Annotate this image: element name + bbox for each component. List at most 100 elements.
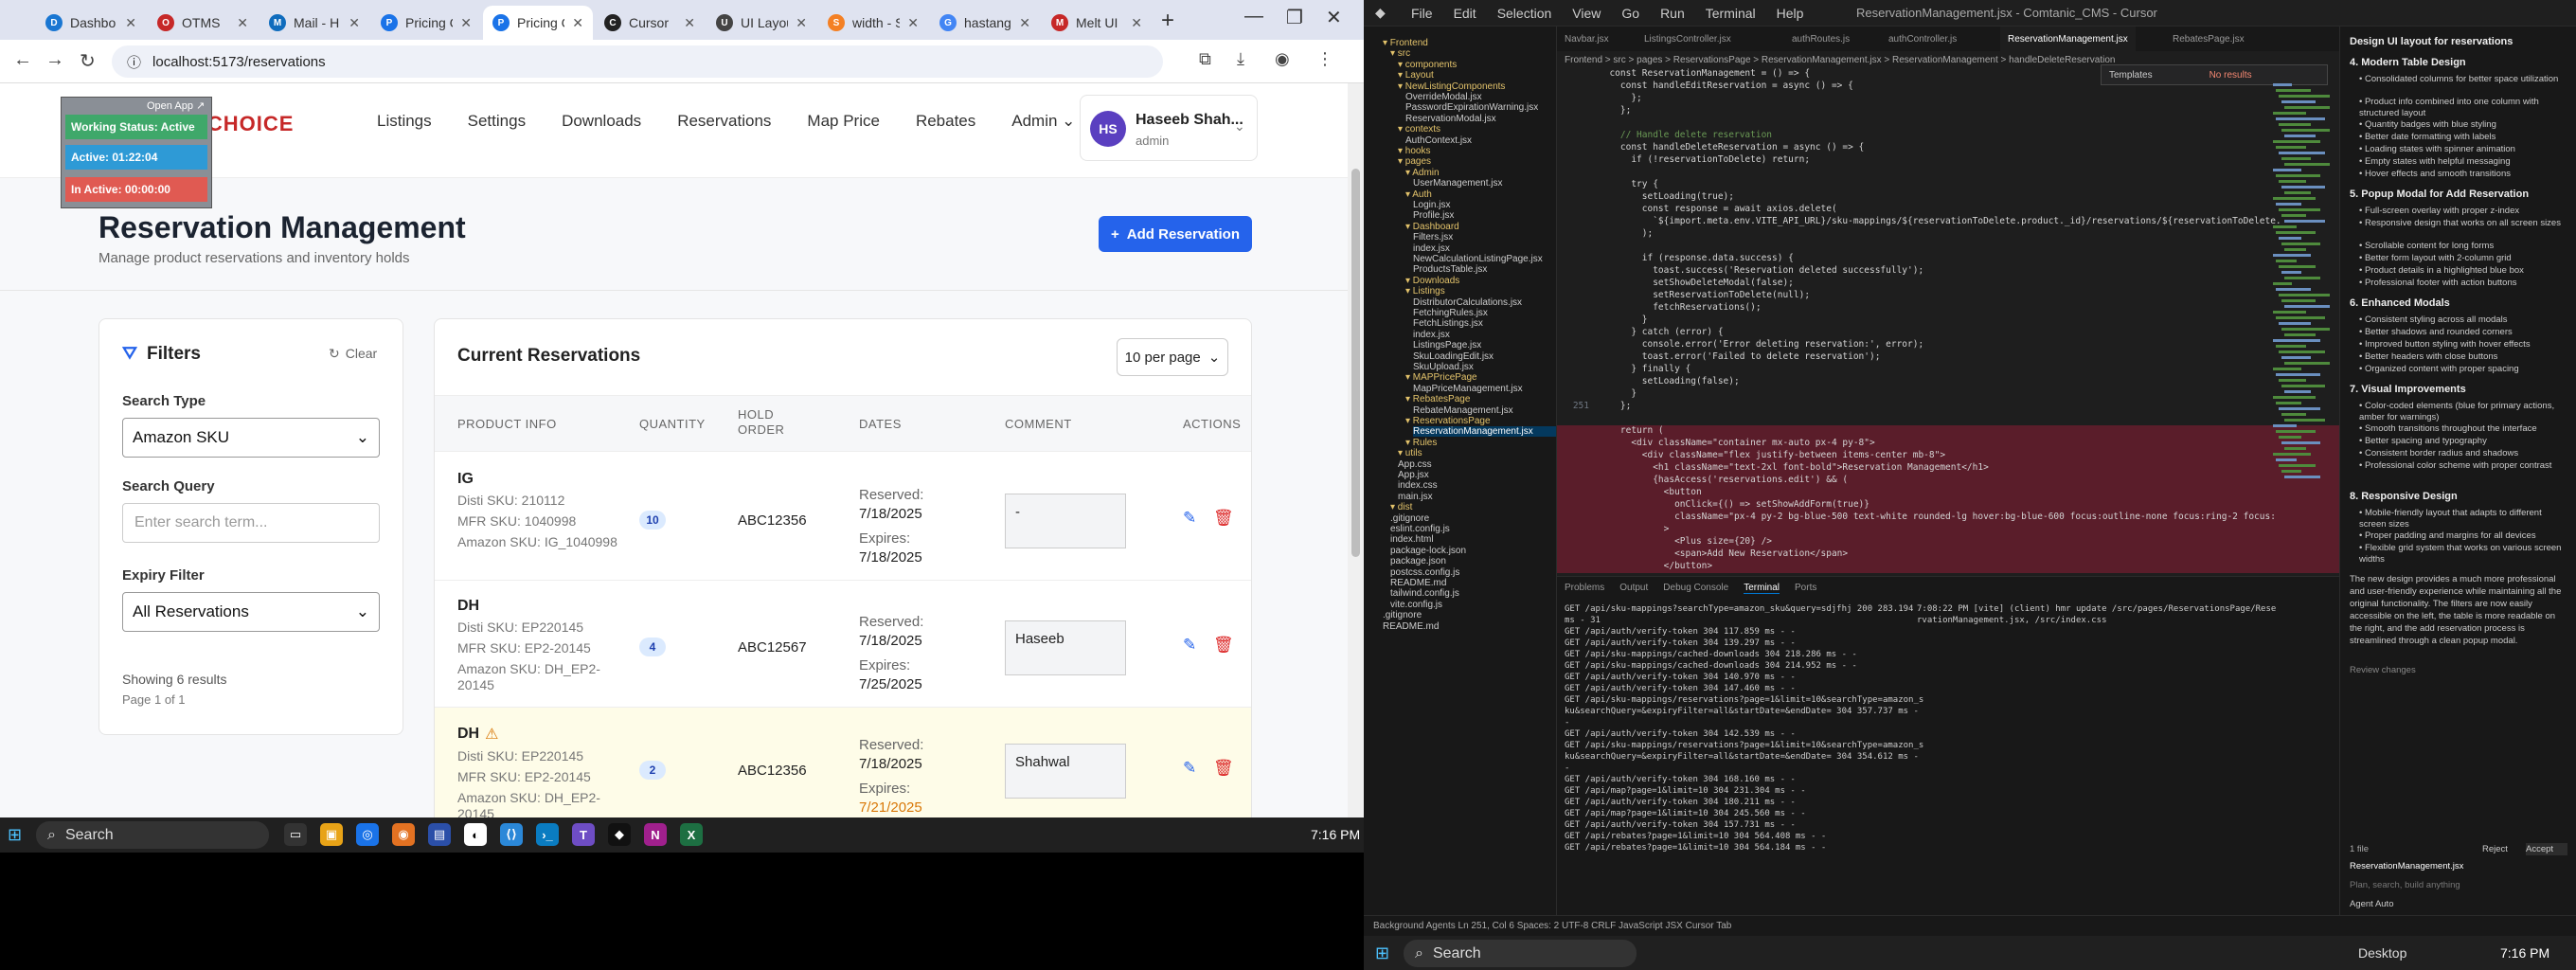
editor-tab[interactable]: ListingsController.jsx — [1637, 27, 1739, 51]
explorer-file[interactable]: vite.config.js — [1390, 600, 1442, 610]
explorer-file[interactable]: ListingsPage.jsx — [1413, 340, 1481, 350]
explorer-file[interactable]: App.css — [1398, 459, 1432, 470]
explorer-file[interactable]: Filters.jsx — [1413, 232, 1453, 242]
explorer-folder[interactable]: ▾ ReservationsPage — [1405, 416, 1491, 426]
explorer-file[interactable]: eslint.config.js — [1390, 524, 1450, 534]
new-tab-icon[interactable]: + — [1161, 8, 1174, 34]
editor-tab[interactable]: RebatesPage.jsx — [2165, 27, 2252, 51]
close-window-icon[interactable]: ✕ — [1326, 6, 1342, 29]
explorer-folder[interactable]: ▾ Dashboard — [1405, 222, 1459, 232]
browser-menu-icon[interactable]: ⋮ — [1316, 49, 1333, 69]
clock[interactable]: 7:16 PM — [2500, 945, 2549, 961]
explorer-file[interactable]: ProductsTable.jsx — [1413, 264, 1487, 275]
extensions-icon[interactable]: ⧉ — [1199, 49, 1211, 69]
user-menu[interactable]: HS Haseeb Shah... admin ⌄ — [1080, 95, 1258, 161]
explorer-file[interactable]: .gitignore — [1390, 513, 1429, 524]
browser-tab[interactable]: M Mail - H ✕ — [259, 6, 369, 40]
terminal-icon[interactable]: ›_ — [536, 823, 559, 846]
explorer-folder[interactable]: ▾ components — [1398, 60, 1457, 70]
explorer-file[interactable]: package.json — [1390, 556, 1446, 566]
comment-field[interactable]: Haseeb — [1005, 620, 1126, 675]
explorer-folder[interactable]: ▾ Frontend — [1383, 38, 1428, 48]
browser-tab[interactable]: O OTMS ✕ — [148, 6, 258, 40]
explorer-folder[interactable]: ▾ RebatesPage — [1405, 394, 1470, 404]
chat-input[interactable]: Plan, search, build anything — [2350, 879, 2567, 891]
explorer-file[interactable]: FetchListings.jsx — [1413, 318, 1483, 329]
close-tab-icon[interactable]: ✕ — [796, 15, 807, 31]
menu-terminal[interactable]: Terminal — [1706, 6, 1756, 21]
explorer-folder[interactable]: ▾ NewListingComponents — [1398, 81, 1505, 92]
close-tab-icon[interactable]: ✕ — [1131, 15, 1142, 31]
changed-file-name[interactable]: ReservationManagement.jsx — [2350, 860, 2567, 872]
close-tab-icon[interactable]: ✕ — [907, 15, 919, 31]
explorer-file[interactable]: MapPriceManagement.jsx — [1413, 384, 1523, 394]
explorer-file[interactable]: UserManagement.jsx — [1413, 178, 1502, 189]
cursor-icon[interactable]: ◆ — [608, 823, 631, 846]
edit-icon[interactable]: ✎ — [1183, 759, 1196, 778]
explorer-folder[interactable]: ▾ Auth — [1405, 189, 1432, 200]
explorer-file[interactable]: Login.jsx — [1413, 200, 1450, 210]
browser-tab[interactable]: M Melt UI ✕ — [1042, 6, 1152, 40]
chrome-icon[interactable]: ◎ — [356, 823, 379, 846]
menu-run[interactable]: Run — [1660, 6, 1685, 21]
close-tab-icon[interactable]: ✕ — [572, 15, 583, 31]
file-explorer-icon[interactable]: ▣ — [320, 823, 343, 846]
explorer-file[interactable]: SkuUpload.jsx — [1413, 362, 1474, 372]
nav-link-admin[interactable]: Admin ⌄ — [1011, 112, 1075, 131]
menu-edit[interactable]: Edit — [1454, 6, 1476, 21]
teams-icon[interactable]: T — [572, 823, 595, 846]
explorer-file[interactable]: README.md — [1390, 578, 1446, 588]
close-tab-icon[interactable]: ✕ — [237, 15, 248, 31]
explorer-folder[interactable]: ▾ hooks — [1398, 146, 1430, 156]
nav-link-reservations[interactable]: Reservations — [677, 112, 771, 131]
explorer-file[interactable]: index.html — [1390, 534, 1434, 545]
close-tab-icon[interactable]: ✕ — [349, 15, 360, 31]
explorer-file[interactable]: postcss.config.js — [1390, 567, 1459, 578]
minimap[interactable] — [2273, 83, 2330, 481]
explorer-folder[interactable]: ▾ Downloads — [1405, 276, 1459, 286]
explorer-file[interactable]: index.jsx — [1413, 243, 1450, 254]
agent-mode-select[interactable]: Agent Auto — [2350, 898, 2567, 910]
explorer-file[interactable]: AuthContext.jsx — [1405, 135, 1472, 146]
editor-tab[interactable]: authController.js — [1881, 27, 1964, 51]
explorer-file[interactable]: package-lock.json — [1390, 546, 1466, 556]
per-page-select[interactable]: 10 per page ⌄ — [1117, 338, 1228, 376]
minimize-icon[interactable]: — — [1244, 6, 1263, 27]
explorer-file[interactable]: NewCalculationListingPage.jsx — [1413, 254, 1543, 264]
explorer-file[interactable]: README.md — [1383, 621, 1439, 632]
onenote-icon[interactable]: N — [644, 823, 667, 846]
menu-go[interactable]: Go — [1621, 6, 1639, 21]
desktop-label[interactable]: Desktop — [2358, 945, 2406, 961]
explorer-folder[interactable]: ▾ Listings — [1405, 286, 1445, 296]
maximize-icon[interactable]: ❐ — [1286, 6, 1303, 29]
edit-icon[interactable]: ✎ — [1183, 636, 1196, 655]
clock[interactable]: 7:16 PM — [1311, 827, 1360, 842]
explorer-folder[interactable]: ▾ dist — [1390, 502, 1412, 512]
clear-filters-button[interactable]: ↻ Clear — [329, 346, 377, 362]
forward-icon[interactable]: → — [45, 49, 64, 71]
close-tab-icon[interactable]: ✕ — [1019, 15, 1030, 31]
panel-tab-output[interactable]: Output — [1619, 583, 1648, 594]
accept-button[interactable]: Accept — [2526, 843, 2567, 855]
search-type-select[interactable]: Amazon SKU ⌄ — [122, 418, 380, 458]
browser-tab[interactable]: Swidth - S ✕ — [818, 6, 928, 40]
browser-tab[interactable]: P Pricing C ✕ — [371, 6, 481, 40]
explorer-file[interactable]: ReservationModal.jsx — [1405, 114, 1496, 124]
browser-tab[interactable]: U UI Layou ✕ — [707, 6, 816, 40]
explorer-file[interactable]: SkuLoadingEdit.jsx — [1413, 351, 1494, 362]
explorer-file[interactable]: .gitignore — [1383, 610, 1422, 620]
menu-file[interactable]: File — [1411, 6, 1433, 21]
app-icon[interactable]: ▤ — [428, 823, 451, 846]
browser-tab[interactable]: Ghastang ✕ — [930, 6, 1040, 40]
edit-icon[interactable]: ✎ — [1183, 509, 1196, 528]
explorer-file[interactable]: Profile.jsx — [1413, 210, 1454, 221]
search-query-input[interactable]: Enter search term... — [122, 503, 380, 543]
browser-tab[interactable]: D Dashbo ✕ — [36, 6, 146, 40]
site-info-icon[interactable]: ⓘ — [127, 52, 141, 72]
open-app-link[interactable]: Open App ↗ — [147, 99, 205, 112]
app2-icon[interactable]: ◐ — [464, 823, 487, 846]
explorer-folder[interactable]: ▾ pages — [1398, 156, 1431, 167]
firefox-icon[interactable]: ◉ — [392, 823, 415, 846]
comment-field[interactable]: - — [1005, 494, 1126, 548]
editor-tab[interactable]: Navbar.jsx — [1557, 27, 1617, 51]
